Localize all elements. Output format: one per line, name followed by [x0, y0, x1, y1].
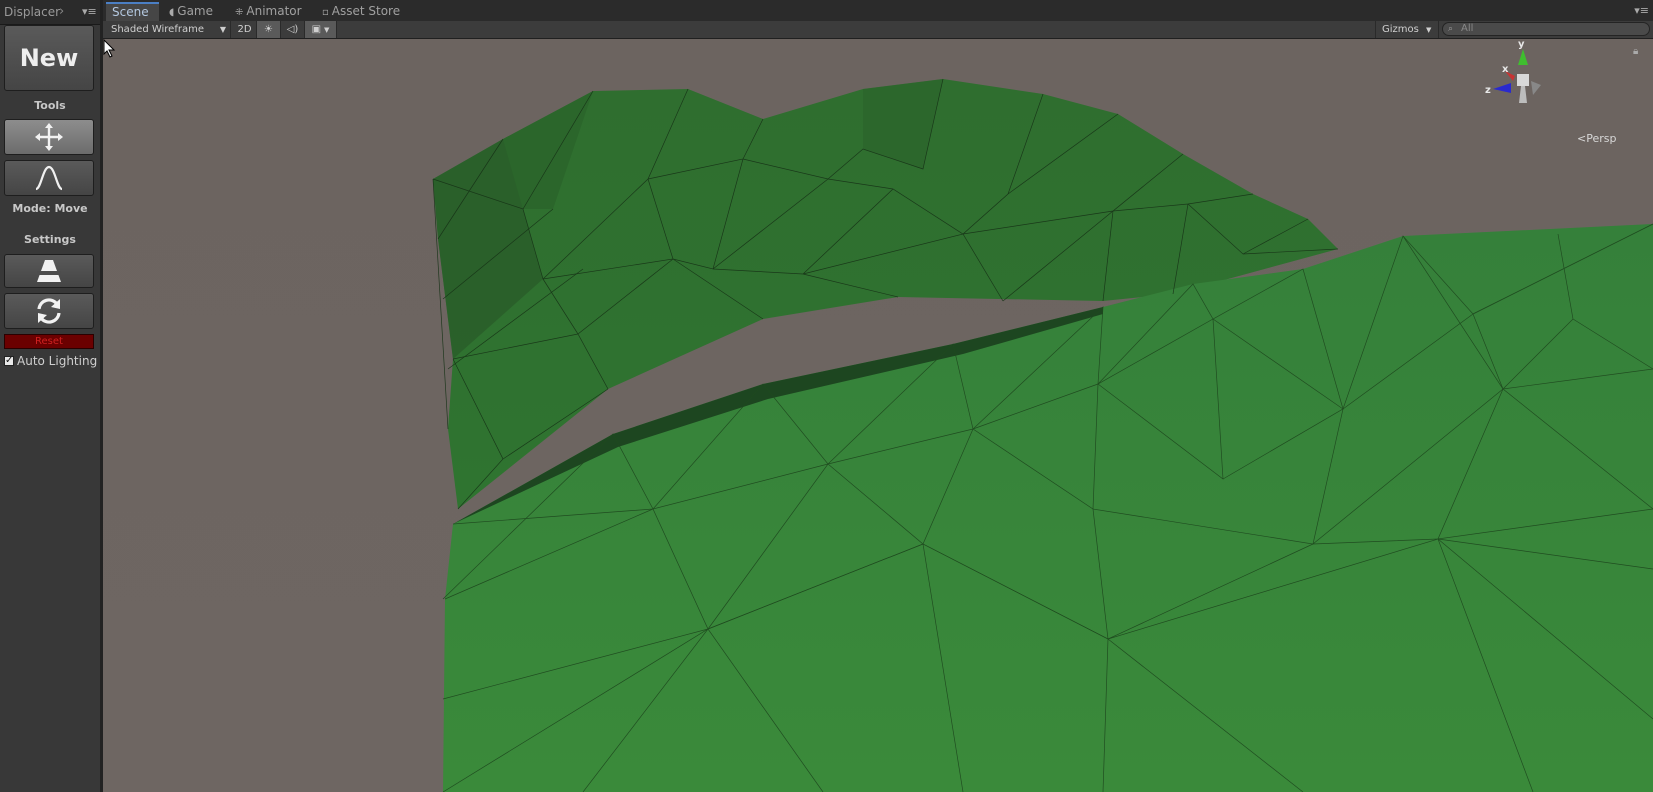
mouse-cursor-icon	[103, 39, 116, 58]
projection-label[interactable]: <Persp	[1577, 132, 1616, 145]
tab-scene[interactable]: Scene	[106, 2, 159, 21]
scene-tab-bar: Scene ◖ Game ⁜ Animator ▫ Asset Store ▾≡	[103, 0, 1653, 21]
displacer-tab-bar: Displacer › ▾≡	[0, 0, 100, 25]
shading-mode-dropdown[interactable]: Shaded Wireframe ▼	[103, 21, 231, 38]
toggle-2d-button[interactable]: 2D	[233, 21, 257, 38]
persp-arrow-icon: <	[1577, 132, 1587, 145]
settings-heading: Settings	[24, 233, 76, 246]
shading-mode-value: Shaded Wireframe	[111, 24, 204, 35]
move-arrows-icon	[35, 123, 63, 151]
terrain-mesh: y x z	[103, 39, 1653, 792]
store-icon: ▫	[322, 7, 329, 18]
scene-search-input[interactable]: ⌕ All	[1442, 22, 1650, 36]
tab-asset-store[interactable]: ▫ Asset Store	[316, 2, 406, 21]
effects-dropdown[interactable]: ▣ ▼	[305, 21, 337, 38]
displacer-panel: Displacer › ▾≡ New Tools Mode: Move Sett…	[0, 0, 103, 792]
search-placeholder: All	[1461, 23, 1474, 34]
dropdown-arrow-icon: ▼	[219, 25, 226, 34]
refresh-button[interactable]	[4, 293, 94, 329]
search-icon: ⌕	[1448, 24, 1454, 34]
tab-asset-store-label: Asset Store	[331, 4, 401, 18]
lock-icon[interactable]: 🔒︎	[1633, 46, 1638, 57]
tab-scene-label: Scene	[112, 5, 149, 19]
new-button[interactable]: New	[4, 25, 94, 91]
gizmo-y-label: y	[1518, 39, 1525, 50]
persp-text: Persp	[1586, 132, 1617, 145]
tab-game[interactable]: ◖ Game	[163, 2, 219, 21]
tab-animator-label: Animator	[246, 4, 302, 18]
gizmos-dropdown[interactable]: Gizmos ▼	[1375, 21, 1439, 38]
gizmos-label: Gizmos	[1382, 24, 1419, 35]
panel-menu-icon[interactable]: ▾≡	[82, 5, 97, 18]
curve-tool-button[interactable]	[4, 160, 94, 196]
dropdown-arrow-icon: ▼	[1426, 26, 1432, 34]
image-icon: ▣	[311, 24, 322, 35]
gizmo-x-label: x	[1502, 64, 1509, 75]
curve-icon	[35, 165, 63, 191]
sun-icon: ☀	[264, 24, 273, 35]
scene-menu-icon[interactable]: ▾≡	[1634, 4, 1649, 17]
lighting-toggle[interactable]: ☀	[257, 21, 281, 38]
speaker-icon: ◁)	[286, 24, 299, 35]
tools-heading: Tools	[34, 99, 66, 112]
pacman-icon: ◖	[169, 7, 175, 18]
gizmo-z-label: z	[1485, 85, 1491, 96]
scene-viewport[interactable]: y x z 🔒︎ <Persp	[103, 39, 1653, 792]
animator-icon: ⁜	[235, 7, 244, 18]
scene-toolbar: Shaded Wireframe ▼ 2D ☀ ◁) ▣ ▼ Gizmos ▼ ⌕…	[103, 21, 1653, 39]
audio-toggle[interactable]: ◁)	[281, 21, 305, 38]
displacer-tab[interactable]: Displacer	[4, 5, 62, 19]
auto-lighting-toggle[interactable]: ✓ Auto Lighting	[4, 354, 97, 368]
auto-lighting-label: Auto Lighting	[17, 354, 98, 368]
reset-button[interactable]: Reset	[4, 334, 94, 349]
refresh-icon	[37, 298, 61, 324]
falloff-settings-button[interactable]	[4, 254, 94, 288]
chevron-right-icon: ›	[59, 4, 65, 19]
mode-status: Mode: Move	[12, 202, 88, 215]
dropdown-arrow-icon: ▼	[324, 26, 330, 34]
move-tool-button[interactable]	[4, 119, 94, 155]
cone-icon	[37, 260, 61, 282]
auto-lighting-checkbox[interactable]: ✓	[4, 356, 14, 366]
tab-game-label: Game	[177, 4, 214, 18]
tab-animator[interactable]: ⁜ Animator	[229, 2, 308, 21]
